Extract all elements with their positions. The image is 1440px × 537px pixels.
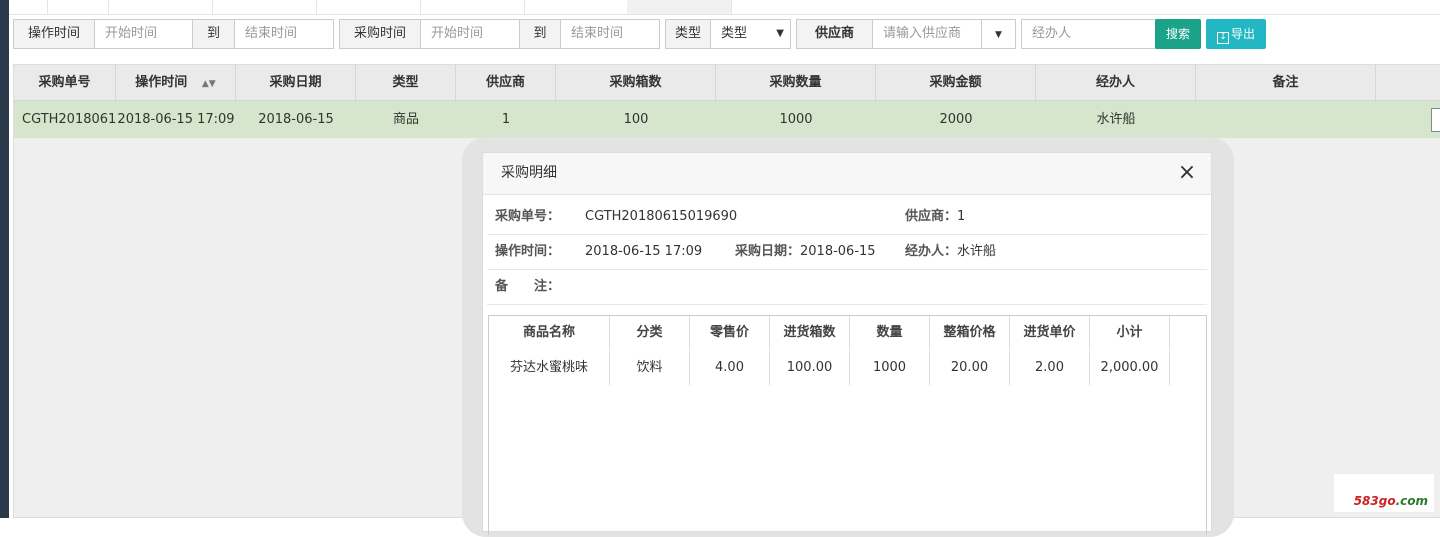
caret-down-icon: ▼ <box>995 30 1002 40</box>
dcol-category: 分类 <box>610 316 690 350</box>
table-row[interactable]: CGTH20180615019690 2018-06-15 17:09 2018… <box>14 101 1440 138</box>
handler-input[interactable]: 经办人 <box>1021 19 1157 49</box>
close-icon[interactable]: × <box>1177 162 1197 184</box>
cell-handler: 水许船 <box>1096 112 1136 127</box>
handler-label: 经办人： <box>905 244 958 259</box>
dcol-qty: 数量 <box>850 316 930 350</box>
type-label: 类型 <box>665 19 711 49</box>
tab-2[interactable] <box>47 0 109 14</box>
order-no-value: CGTH20180615019690 <box>585 209 738 224</box>
tab-strip <box>9 0 1440 15</box>
row-action-button[interactable] <box>1431 108 1440 132</box>
col-op-time[interactable]: 操作时间 ▲▼ <box>116 65 236 100</box>
op-start-input[interactable]: 开始时间 <box>94 19 193 49</box>
cell-remark <box>1196 101 1376 138</box>
caret-down-icon: ▼ <box>776 28 784 39</box>
supplier-label: 供应商 <box>796 19 873 49</box>
watermark-text: 583go.com <box>1353 494 1428 508</box>
order-no-label: 采购单号： <box>495 209 561 224</box>
col-qty[interactable]: 采购数量 <box>716 65 876 100</box>
dcell-unit-price: 2.00 <box>1010 351 1090 385</box>
grid-header: 采购单号 操作时间 ▲▼ 采购日期 类型 供应商 采购箱数 采购数量 采购金额 … <box>14 65 1440 101</box>
search-button[interactable]: 搜索 <box>1155 19 1201 49</box>
handler-value: 水许船 <box>957 244 997 259</box>
col-order-no[interactable]: 采购单号 <box>14 65 116 100</box>
type-select-value: 类型 <box>721 26 748 41</box>
cell-pur-date: 2018-06-15 <box>258 112 334 127</box>
pur-start-input[interactable]: 开始时间 <box>420 19 520 49</box>
cell-amount: 2000 <box>939 112 973 127</box>
col-handler[interactable]: 经办人 <box>1036 65 1196 100</box>
export-label: 导出 <box>1230 27 1255 41</box>
col-amount[interactable]: 采购金额 <box>876 65 1036 100</box>
cell-op-time: 2018-06-15 17:09 <box>117 112 235 127</box>
info-row-1: 采购单号： CGTH20180615019690 供应商： 1 <box>487 200 1207 235</box>
tab-3[interactable] <box>108 0 213 14</box>
pur-to-label: 到 <box>519 19 561 49</box>
left-sidebar-rail <box>0 0 9 518</box>
cell-boxes: 100 <box>623 112 649 127</box>
supplier-input[interactable]: 请输入供应商 <box>872 19 982 49</box>
tab-active[interactable] <box>627 0 732 14</box>
dcol-box-price: 整箱价格 <box>930 316 1010 350</box>
supplier-label: 供应商： <box>905 209 958 224</box>
info-row-2: 操作时间： 2018-06-15 17:09 采购日期： 2018-06-15 … <box>487 235 1207 270</box>
col-supplier[interactable]: 供应商 <box>456 65 556 100</box>
watermark-logo: 583go.com <box>1333 473 1435 513</box>
info-row-3: 备 注： <box>487 270 1207 305</box>
supplier-value: 1 <box>957 209 966 224</box>
supplier-dropdown-toggle[interactable]: ▼ <box>981 19 1016 49</box>
sort-icon: ▲▼ <box>201 79 216 89</box>
dcell-name: 芬达水蜜桃味 <box>489 351 610 385</box>
col-type[interactable]: 类型 <box>356 65 456 100</box>
dcol-retail: 零售价 <box>690 316 770 350</box>
tab-4[interactable] <box>212 0 317 14</box>
dcell-category: 饮料 <box>610 351 690 385</box>
cell-type: 商品 <box>392 112 419 127</box>
dcol-subtotal: 小计 <box>1090 316 1170 350</box>
dcell-boxes: 100.00 <box>770 351 850 385</box>
dcol-unit-price: 进货单价 <box>1010 316 1090 350</box>
pur-date-value: 2018-06-15 <box>800 244 876 259</box>
op-to-label: 到 <box>192 19 235 49</box>
tab-1[interactable] <box>9 0 48 14</box>
dcell-box-price: 20.00 <box>930 351 1010 385</box>
col-op-time-label: 操作时间 <box>135 75 188 90</box>
cell-order-no: CGTH20180615019690 <box>22 112 116 127</box>
pur-end-input[interactable]: 结束时间 <box>560 19 660 49</box>
op-time-label: 操作时间： <box>495 244 561 259</box>
tab-6[interactable] <box>420 0 525 14</box>
pur-date-label: 采购日期： <box>735 244 801 259</box>
dcell-qty: 1000 <box>850 351 930 385</box>
col-pur-date[interactable]: 采购日期 <box>236 65 356 100</box>
type-select[interactable]: 类型 ▼ <box>710 19 791 49</box>
modal-info: 采购单号： CGTH20180615019690 供应商： 1 操作时间： 20… <box>487 200 1207 305</box>
col-boxes[interactable]: 采购箱数 <box>556 65 716 100</box>
op-time-label: 操作时间 <box>13 19 95 49</box>
tab-5[interactable] <box>316 0 421 14</box>
cell-supplier: 1 <box>501 112 511 127</box>
modal-header: 采购明细 × <box>483 153 1211 195</box>
export-icon: ↧ <box>1216 32 1229 44</box>
modal-title: 采购明细 <box>501 165 557 181</box>
purchase-detail-modal: 采购明细 × 采购单号： CGTH20180615019690 供应商： 1 操… <box>482 152 1212 535</box>
op-time-value: 2018-06-15 17:09 <box>585 244 703 259</box>
dcol-name: 商品名称 <box>489 316 610 350</box>
op-end-input[interactable]: 结束时间 <box>234 19 334 49</box>
detail-table: 商品名称 分类 零售价 进货箱数 数量 整箱价格 进货单价 小计 芬达水蜜桃味 … <box>488 315 1207 535</box>
dcell-retail: 4.00 <box>690 351 770 385</box>
dcell-subtotal: 2,000.00 <box>1090 351 1170 385</box>
pur-time-label: 采购时间 <box>339 19 421 49</box>
dcol-boxes: 进货箱数 <box>770 316 850 350</box>
col-remark[interactable]: 备注 <box>1196 65 1376 100</box>
remark-label: 备 注： <box>495 279 561 294</box>
export-button[interactable]: ↧ 导出 <box>1206 19 1266 49</box>
cell-qty: 1000 <box>779 112 813 127</box>
